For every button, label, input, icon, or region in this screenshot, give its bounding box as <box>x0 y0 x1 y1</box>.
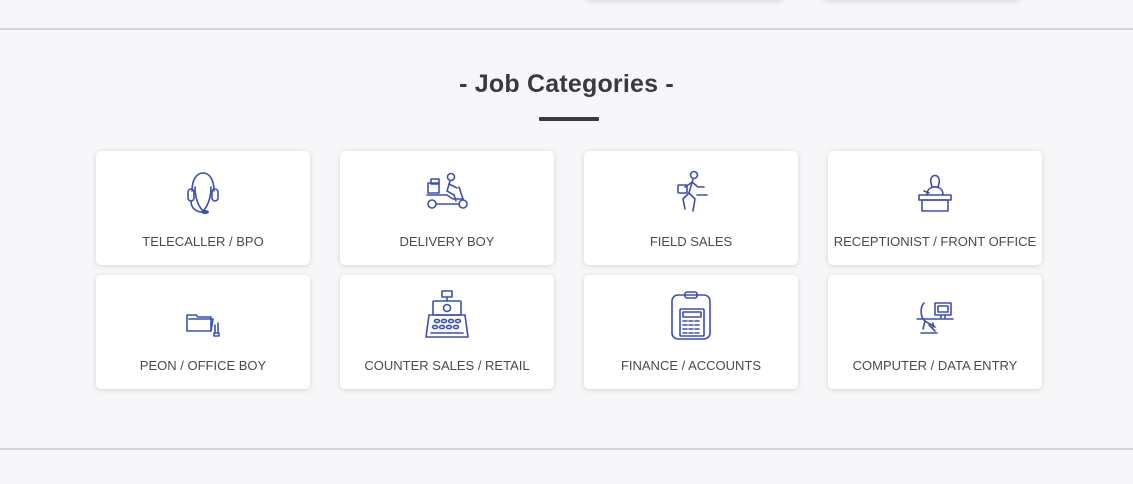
category-card-delivery-boy[interactable]: DELIVERY BOY <box>340 151 554 265</box>
running-salesman-icon <box>663 165 719 221</box>
category-card-counter-sales[interactable]: COUNTER SALES / RETAIL <box>340 275 554 389</box>
job-categories-grid: TELECALLER / BPO DELIVERY BOY FIELD SALE… <box>96 151 1042 389</box>
title-underline <box>539 117 599 121</box>
category-card-receptionist[interactable]: RECEPTIONIST / FRONT OFFICE <box>828 151 1042 265</box>
category-label: COMPUTER / DATA ENTRY <box>852 358 1018 373</box>
section-divider-bottom <box>0 448 1133 450</box>
category-card-computer[interactable]: COMPUTER / DATA ENTRY <box>828 275 1042 389</box>
section-divider-top <box>0 28 1133 30</box>
section-title: - Job Categories - <box>459 70 674 98</box>
category-label: FIELD SALES <box>649 234 733 249</box>
category-card-finance[interactable]: FINANCE / ACCOUNTS <box>584 275 798 389</box>
category-label: RECEPTIONIST / FRONT OFFICE <box>833 234 1037 249</box>
category-card-peon[interactable]: PEON / OFFICE BOY <box>96 275 310 389</box>
category-label: FINANCE / ACCOUNTS <box>620 358 762 373</box>
category-label: TELECALLER / BPO <box>142 234 264 249</box>
calculator-icon <box>663 289 719 345</box>
folder-icon <box>175 289 231 345</box>
headset-icon <box>175 165 231 221</box>
category-card-telecaller[interactable]: TELECALLER / BPO <box>96 151 310 265</box>
receptionist-desk-icon <box>907 165 963 221</box>
delivery-scooter-icon <box>419 165 475 221</box>
category-card-field-sales[interactable]: FIELD SALES <box>584 151 798 265</box>
category-label: PEON / OFFICE BOY <box>139 358 267 373</box>
category-label: DELIVERY BOY <box>399 234 495 249</box>
category-label: COUNTER SALES / RETAIL <box>364 358 530 373</box>
computer-desk-icon <box>907 289 963 345</box>
cash-register-icon <box>419 289 475 345</box>
